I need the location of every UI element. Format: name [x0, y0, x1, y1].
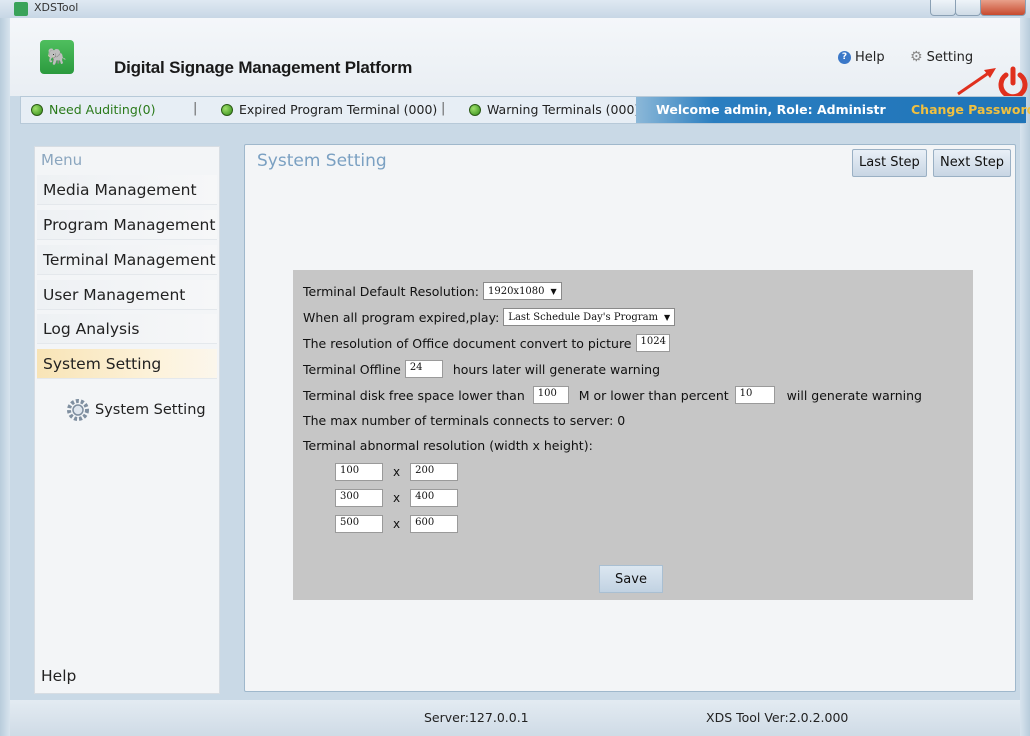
change-password-link[interactable]: Change Password: [911, 102, 1030, 117]
office-resolution-input[interactable]: 1024: [635, 334, 670, 352]
app-logo: 🐘: [40, 40, 74, 74]
version-label: XDS Tool Ver:2.0.2.000: [706, 710, 849, 725]
welcome-bar: Welcome admin, Role: Administr Change Pa…: [636, 97, 1030, 123]
disk-row: Terminal disk free space lower than 100 …: [303, 386, 922, 404]
abnormal-row: 100 x 200: [331, 463, 462, 481]
status-divider: |: [441, 101, 446, 116]
offline-label: Terminal Offline: [303, 361, 401, 377]
sidebar-menu: Menu Media Management Program Management…: [34, 146, 220, 694]
abnormal-height-input[interactable]: 400: [410, 489, 459, 507]
help-link[interactable]: ? Help: [838, 50, 885, 65]
abnormal-width-input[interactable]: 300: [335, 489, 383, 507]
footer-bar: Server:127.0.0.1 XDS Tool Ver:2.0.2.000: [10, 700, 1020, 736]
disk-percent-input[interactable]: 10: [734, 386, 775, 404]
resolution-value: 1920x1080: [487, 285, 545, 297]
app-title: Digital Signage Management Platform: [114, 58, 413, 77]
app-header: 🐘 Digital Signage Management Platform ? …: [10, 18, 1028, 100]
status-ok-icon: [469, 103, 481, 116]
red-arrow-icon: [957, 68, 996, 96]
expired-play-select[interactable]: Last Schedule Day's Program ▼: [503, 308, 676, 326]
save-button[interactable]: Save: [599, 565, 663, 593]
abnormal-row: 300 x 400: [331, 489, 462, 507]
power-off-button[interactable]: [996, 66, 1030, 100]
offline-hours-input[interactable]: 24: [404, 360, 443, 378]
abnormal-row: 500 x 600: [331, 515, 462, 533]
expired-value: Last Schedule Day's Program: [508, 311, 659, 323]
menu-title: Menu: [41, 151, 83, 169]
abnormal-width-input[interactable]: 100: [335, 463, 383, 481]
offline-suffix: hours later will generate warning: [452, 361, 661, 377]
next-step-button[interactable]: Next Step: [933, 149, 1012, 177]
times-separator: x: [393, 491, 401, 505]
resolution-row: Terminal Default Resolution: 1920x1080 ▼: [303, 282, 562, 300]
expired-row: When all program expired,play: Last Sche…: [303, 308, 676, 326]
disk-mid-label: M or lower than percent: [578, 387, 729, 403]
window-border-left: [0, 18, 10, 736]
main-panel: System Setting Last Step Next Step Termi…: [244, 144, 1016, 692]
resolution-select[interactable]: 1920x1080 ▼: [482, 282, 562, 300]
sidebar-item-terminal-management[interactable]: Terminal Management: [37, 245, 217, 275]
setting-link[interactable]: ⚙ Setting: [910, 50, 973, 65]
chevron-down-icon: ▼: [664, 312, 671, 322]
window-title: XDSTool: [34, 1, 79, 14]
setting-label: Setting: [926, 50, 974, 65]
office-row: The resolution of Office document conver…: [303, 334, 674, 352]
disk-label: Terminal disk free space lower than: [303, 387, 525, 403]
window-border-right: [1020, 18, 1030, 736]
status-ok-icon: [221, 103, 233, 116]
disk-suffix: will generate warning: [786, 387, 922, 403]
settings-form: Terminal Default Resolution: 1920x1080 ▼…: [293, 270, 973, 600]
gear-icon: [67, 399, 89, 421]
welcome-text: Welcome admin, Role: Administr: [656, 102, 886, 117]
help-label: Help: [855, 50, 885, 65]
warning-terminals-label: Warning Terminals (000): [487, 102, 640, 117]
sidebar-item-system-setting[interactable]: System Setting: [37, 349, 217, 379]
status-divider: |: [193, 101, 198, 116]
maximize-button[interactable]: [955, 0, 981, 16]
minimize-button[interactable]: [930, 0, 956, 16]
subitem-label: System Setting: [95, 402, 206, 418]
sidebar-item-media-management[interactable]: Media Management: [37, 175, 217, 205]
gear-icon: ⚙: [910, 49, 923, 65]
app-window-icon: [14, 2, 28, 16]
status-ok-icon: [31, 103, 43, 116]
sidebar-item-log-analysis[interactable]: Log Analysis: [37, 314, 217, 344]
sidebar-item-user-management[interactable]: User Management: [37, 280, 217, 310]
times-separator: x: [393, 465, 401, 479]
chevron-down-icon: ▼: [550, 286, 557, 296]
expired-label: When all program expired,play:: [303, 309, 500, 325]
help-icon: ?: [838, 51, 851, 64]
abnormal-height-input[interactable]: 600: [410, 515, 459, 533]
server-address: Server:127.0.0.1: [424, 710, 529, 725]
offline-row: Terminal Offline 24 hours later will gen…: [303, 360, 660, 378]
need-auditing-label: Need Auditing(0): [49, 102, 156, 117]
resolution-label: Terminal Default Resolution:: [303, 283, 479, 299]
abnormal-width-input[interactable]: 500: [335, 515, 383, 533]
sidebar-subitem-system-setting[interactable]: System Setting: [65, 397, 206, 423]
page-title: System Setting: [257, 151, 387, 171]
sidebar-help[interactable]: Help: [41, 667, 76, 685]
sidebar-item-program-management[interactable]: Program Management: [37, 210, 217, 240]
warning-terminals-status[interactable]: Warning Terminals (000): [469, 102, 639, 117]
close-window-button[interactable]: [980, 0, 1026, 16]
max-terminals-text: The max number of terminals connects to …: [303, 413, 626, 428]
last-step-button[interactable]: Last Step: [852, 149, 927, 177]
status-bar: Need Auditing(0) | Expired Program Termi…: [20, 96, 1030, 124]
times-separator: x: [393, 517, 401, 531]
abnormal-height-input[interactable]: 200: [410, 463, 459, 481]
disk-space-input[interactable]: 100: [532, 386, 569, 404]
office-label: The resolution of Office document conver…: [303, 335, 632, 351]
expired-terminal-status[interactable]: Expired Program Terminal (000): [221, 102, 437, 117]
window-titlebar: XDSTool: [0, 0, 1030, 18]
need-auditing-status[interactable]: Need Auditing(0): [31, 102, 155, 117]
expired-terminal-label: Expired Program Terminal (000): [239, 102, 438, 117]
abnormal-label: Terminal abnormal resolution (width x he…: [303, 438, 593, 453]
